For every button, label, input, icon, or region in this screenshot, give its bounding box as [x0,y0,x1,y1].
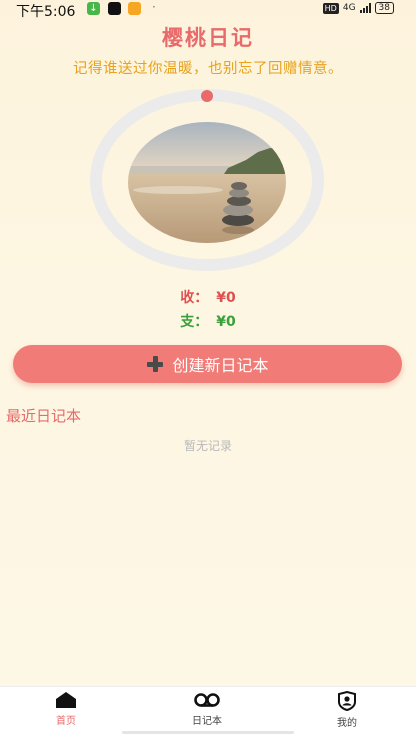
home-indicator [122,731,294,734]
income-label: 收： [180,290,209,306]
progress-ring-marker [201,90,213,102]
notification-dot-icon: · [152,0,156,14]
expense-summary: 支： ¥0 [0,311,416,331]
tape-icon [194,693,220,707]
status-bar: 下午5:06 ↓ · HD 4G 38 [0,0,416,20]
empty-state-text: 暂无记录 [183,439,232,453]
tab-home[interactable]: 首页 [26,691,106,727]
income-summary: 收： ¥0 [0,287,416,307]
signal-icon [359,3,371,13]
tab-diary[interactable]: 日记本 [167,691,247,727]
page-subtitle: 记得谁送过你温暖，也别忘了回赠情意。 [73,61,343,77]
hd-badge: HD [322,2,339,14]
cover-image [128,122,286,243]
tiktok-icon [108,2,121,15]
tab-diary-label: 日记本 [192,716,222,727]
expense-label: 支： [180,314,209,330]
page-title: 樱桃日记 [162,26,254,50]
download-icon: ↓ [87,2,100,15]
battery-icon: 38 [374,2,394,14]
tab-mine-label: 我的 [337,718,357,729]
tab-home-label: 首页 [56,716,76,727]
plus-icon [146,355,164,373]
status-right: HD 4G 38 [322,2,394,14]
expense-value: ¥0 [216,314,236,330]
profile-icon [338,691,356,711]
tab-mine[interactable]: 我的 [307,691,387,729]
message-icon [128,2,141,15]
status-time: 下午5:06 [16,4,76,20]
network-label: 4G [342,3,356,13]
create-diary-button[interactable]: 创建新日记本 [13,345,402,383]
recent-section-title: 最近日记本 [6,407,82,425]
create-diary-label: 创建新日记本 [172,356,269,375]
home-icon [56,692,76,708]
income-value: ¥0 [216,290,236,306]
